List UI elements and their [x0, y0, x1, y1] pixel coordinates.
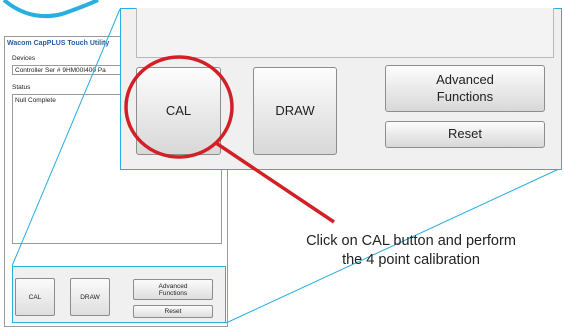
callout-line2: the 4 point calibration: [342, 251, 480, 268]
highlight-annotation: [124, 55, 335, 224]
callout-line1: Click on CAL button and perform: [306, 233, 516, 249]
instruction-callout: Click on CAL button and perform the 4 po…: [258, 232, 564, 269]
